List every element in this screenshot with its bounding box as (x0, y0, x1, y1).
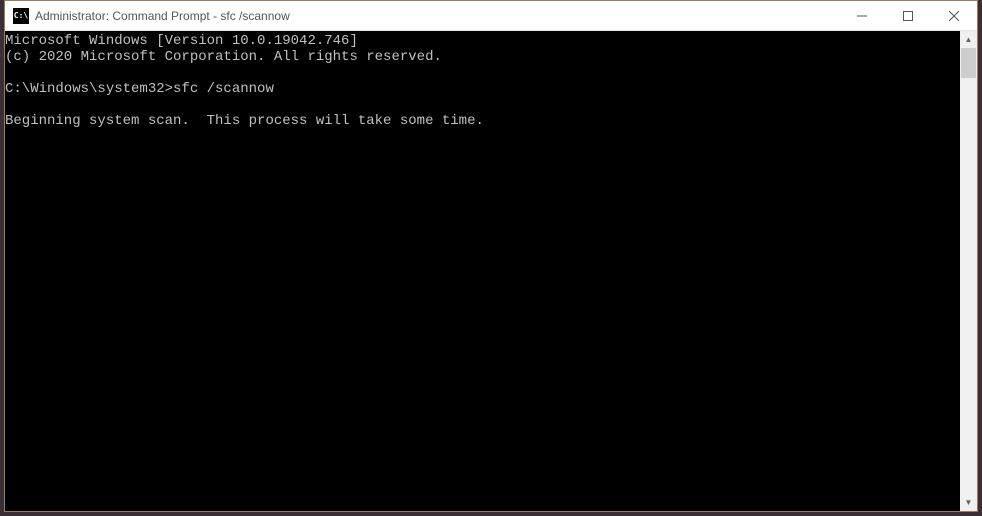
titlebar[interactable]: C:\ Administrator: Command Prompt - sfc … (5, 1, 977, 31)
terminal-output[interactable]: Microsoft Windows [Version 10.0.19042.74… (5, 31, 960, 511)
vertical-scrollbar[interactable]: ▲ ▼ (960, 31, 977, 511)
maximize-icon (903, 11, 913, 21)
window-title: Administrator: Command Prompt - sfc /sca… (35, 9, 839, 23)
terminal-prompt-line: C:\Windows\system32>sfc /scannow (5, 81, 274, 97)
terminal-line: Microsoft Windows [Version 10.0.19042.74… (5, 33, 358, 49)
terminal-status-line: Beginning system scan. This process will… (5, 113, 484, 129)
terminal-line: (c) 2020 Microsoft Corporation. All righ… (5, 49, 442, 65)
minimize-icon (857, 11, 867, 21)
maximize-button[interactable] (885, 1, 931, 30)
window-controls (839, 1, 977, 30)
close-icon (949, 11, 959, 21)
scroll-thumb[interactable] (961, 48, 976, 78)
scroll-up-arrow-icon[interactable]: ▲ (960, 31, 977, 48)
cmd-icon: C:\ (13, 8, 29, 24)
command-prompt-window: C:\ Administrator: Command Prompt - sfc … (4, 0, 978, 512)
cmd-icon-label: C:\ (14, 12, 28, 20)
scroll-down-arrow-icon[interactable]: ▼ (960, 494, 977, 511)
content-area: Microsoft Windows [Version 10.0.19042.74… (5, 31, 977, 511)
close-button[interactable] (931, 1, 977, 30)
minimize-button[interactable] (839, 1, 885, 30)
